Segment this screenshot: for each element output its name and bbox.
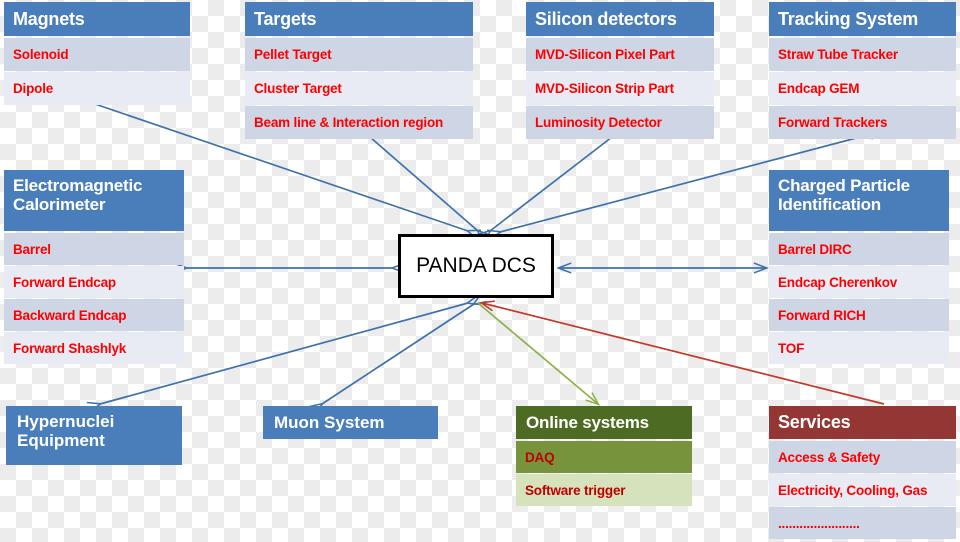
group-silicon-detectors-header: Silicon detectors — [526, 2, 714, 36]
group-services: Services Access & Safety Electricity, Co… — [769, 406, 956, 539]
group-emc-item-0[interactable]: Barrel — [4, 233, 184, 265]
item-label: Endcap Cherenkov — [778, 274, 898, 290]
group-magnets: Magnets Solenoid Dipole — [4, 2, 190, 105]
group-tracking-system-item-2[interactable]: Forward Trackers — [769, 106, 956, 139]
group-online-systems-item-0[interactable]: DAQ — [516, 441, 692, 473]
item-label: Access & Safety — [778, 449, 881, 465]
item-label: Solenoid — [13, 47, 69, 62]
panda-dcs-node[interactable]: PANDA DCS — [398, 234, 554, 298]
group-online-systems-header-label: Online systems — [526, 412, 649, 432]
group-hypernuclei-equipment[interactable]: Hypernuclei Equipment — [6, 406, 182, 465]
group-magnets-header-label: Magnets — [13, 8, 85, 29]
group-magnets-header: Magnets — [4, 2, 190, 36]
group-targets-header-label: Targets — [254, 8, 317, 29]
group-services-item-2[interactable]: ....................... — [769, 507, 956, 539]
group-silicon-detectors-item-1[interactable]: MVD-Silicon Strip Part — [526, 72, 714, 105]
group-targets-item-0[interactable]: Pellet Target — [245, 38, 473, 71]
group-tracking-system-header-label: Tracking System — [778, 8, 919, 29]
group-charged-particle-identification-header: Charged Particle Identification — [769, 170, 949, 231]
group-silicon-detectors-header-label: Silicon detectors — [535, 8, 677, 29]
item-label: Pellet Target — [254, 47, 332, 62]
emc-header-line1: Electromagnetic — [13, 176, 143, 195]
group-cpid-item-2[interactable]: Forward RICH — [769, 299, 949, 331]
item-label: Barrel DIRC — [778, 241, 852, 257]
group-muon-system[interactable]: Muon System — [263, 406, 438, 439]
group-cpid-item-0[interactable]: Barrel DIRC — [769, 233, 949, 265]
group-services-header-label: Services — [778, 412, 851, 432]
group-silicon-detectors-item-2[interactable]: Luminosity Detector — [526, 106, 714, 139]
group-targets-header: Targets — [245, 2, 473, 36]
item-label: Barrel — [13, 241, 51, 257]
item-label: Backward Endcap — [13, 307, 127, 323]
item-label: ....................... — [778, 515, 860, 531]
group-emc-item-2[interactable]: Backward Endcap — [4, 299, 184, 331]
group-silicon-detectors: Silicon detectors MVD-Silicon Pixel Part… — [526, 2, 714, 139]
item-label: Software trigger — [525, 482, 626, 498]
group-tracking-system-header: Tracking System — [769, 2, 956, 36]
group-tracking-system-item-1[interactable]: Endcap GEM — [769, 72, 956, 105]
arrow-dcs-online-systems — [477, 302, 598, 404]
group-emc-item-3[interactable]: Forward Shashlyk — [4, 332, 184, 364]
item-label: Forward Shashlyk — [13, 340, 127, 356]
group-targets-item-2[interactable]: Beam line & Interaction region — [245, 106, 473, 139]
group-electromagnetic-calorimeter: Electromagnetic Calorimeter Barrel Forwa… — [4, 170, 184, 364]
group-tracking-system-item-0[interactable]: Straw Tube Tracker — [769, 38, 956, 71]
group-services-item-1[interactable]: Electricity, Cooling, Gas — [769, 474, 956, 506]
hypernuclei-header-line2: Equipment — [17, 431, 105, 451]
item-label: Endcap GEM — [778, 81, 860, 96]
item-label: Beam line & Interaction region — [254, 115, 444, 130]
item-label: MVD-Silicon Strip Part — [535, 81, 674, 96]
group-magnets-item-0[interactable]: Solenoid — [4, 38, 190, 71]
item-label: Electricity, Cooling, Gas — [778, 482, 928, 498]
item-label: Cluster Target — [254, 81, 342, 96]
group-magnets-item-1[interactable]: Dipole — [4, 72, 190, 105]
item-label: Forward RICH — [778, 307, 866, 323]
muon-system-header-label: Muon System — [274, 412, 385, 432]
item-label: Forward Endcap — [13, 274, 116, 290]
group-targets: Targets Pellet Target Cluster Target Bea… — [245, 2, 473, 139]
item-label: Forward Trackers — [778, 115, 888, 130]
group-electromagnetic-calorimeter-header: Electromagnetic Calorimeter — [4, 170, 184, 231]
cpid-header-line1: Charged Particle — [778, 176, 910, 195]
hypernuclei-header-line1: Hypernuclei — [17, 412, 115, 431]
group-online-systems-header: Online systems — [516, 406, 692, 439]
group-charged-particle-identification: Charged Particle Identification Barrel D… — [769, 170, 949, 364]
item-label: Luminosity Detector — [535, 115, 662, 130]
group-silicon-detectors-item-0[interactable]: MVD-Silicon Pixel Part — [526, 38, 714, 71]
group-services-header: Services — [769, 406, 956, 439]
group-services-item-0[interactable]: Access & Safety — [769, 441, 956, 473]
emc-header-line2: Calorimeter — [13, 195, 106, 215]
arrow-dcs-targets — [370, 137, 478, 231]
item-label: TOF — [778, 340, 805, 356]
group-tracking-system: Tracking System Straw Tube Tracker Endca… — [769, 2, 956, 139]
item-label: MVD-Silicon Pixel Part — [535, 47, 675, 62]
group-online-systems: Online systems DAQ Software trigger — [516, 406, 692, 506]
diagram-canvas: Magnets Solenoid Dipole Targets Pellet T… — [0, 0, 960, 542]
item-label: Straw Tube Tracker — [778, 47, 898, 62]
item-label: DAQ — [525, 449, 555, 465]
arrow-dcs-muon — [322, 304, 474, 404]
cpid-header-line2: Identification — [778, 195, 881, 215]
group-cpid-item-3[interactable]: TOF — [769, 332, 949, 364]
item-label: Dipole — [13, 81, 54, 96]
group-emc-item-1[interactable]: Forward Endcap — [4, 266, 184, 298]
group-cpid-item-1[interactable]: Endcap Cherenkov — [769, 266, 949, 298]
panda-dcs-label: PANDA DCS — [416, 254, 536, 277]
group-targets-item-1[interactable]: Cluster Target — [245, 72, 473, 105]
group-online-systems-item-1[interactable]: Software trigger — [516, 474, 692, 506]
arrow-dcs-silicon — [490, 137, 612, 231]
